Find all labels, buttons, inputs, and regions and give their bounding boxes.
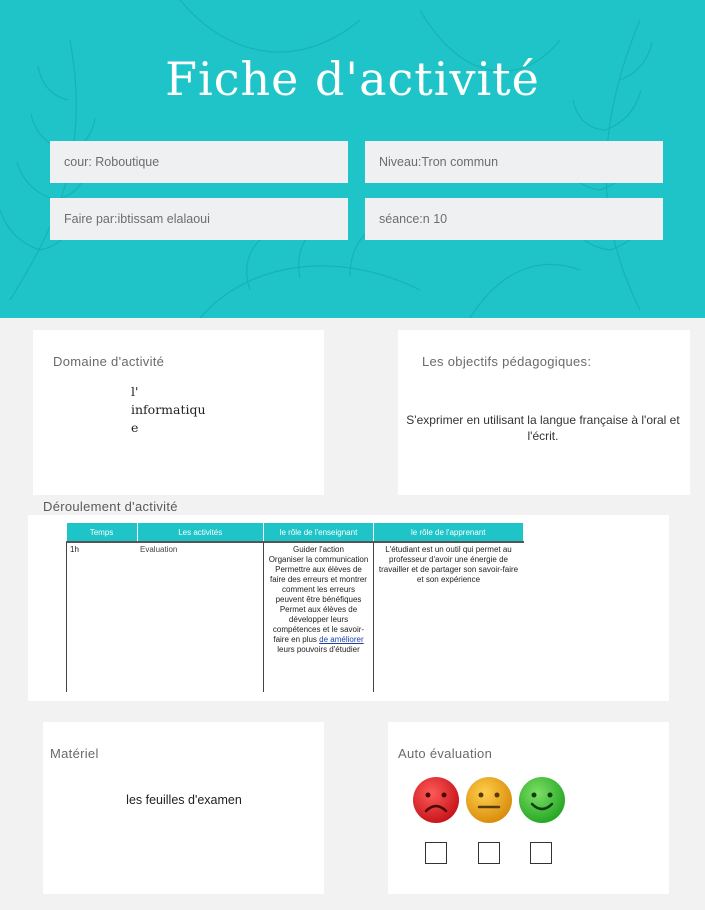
auto-evaluation-title: Auto évaluation — [398, 746, 493, 761]
enseignant-line-1: Guider l'action — [293, 545, 344, 554]
cell-apprenant: L'étudiant est un outil qui permet au pr… — [373, 541, 523, 692]
cours-field: cour: Roboutique — [50, 141, 348, 183]
domaine-line-3: e — [131, 420, 139, 435]
enseignant-line-4: Permet aux élèves de développer leurs co… — [267, 605, 370, 645]
enseignant-line-3: Permettre aux élèves de faire des erreur… — [270, 565, 367, 604]
happy-face-icon[interactable] — [519, 777, 565, 823]
enseignant-line-5: leurs pouvoirs d'étudier — [277, 645, 360, 654]
neutral-checkbox[interactable] — [478, 842, 500, 864]
col-header-activites: Les activités — [137, 523, 264, 542]
cell-enseignant: Guider l'action Organiser la communicati… — [263, 541, 374, 692]
faces-row — [413, 777, 565, 823]
deroulement-title: Déroulement d'activité — [43, 499, 178, 514]
activity-table: Temps Les activités le rôle de l'enseign… — [66, 523, 524, 692]
sad-face-icon[interactable] — [413, 777, 459, 823]
auteur-field: Faire par:ibtissam elalaoui — [50, 198, 348, 240]
col-header-apprenant: le rôle de l'apprenant — [373, 523, 524, 542]
page-title: Fiche d'activité — [165, 52, 540, 106]
sad-checkbox[interactable] — [425, 842, 447, 864]
col-header-temps: Temps — [66, 523, 138, 542]
col-header-enseignant: le rôle de l'enseignant — [263, 523, 374, 542]
cell-activite: Evaluation — [137, 541, 264, 692]
domaine-line-1: l' — [131, 384, 139, 399]
materiel-text: les feuilles d'examen — [126, 793, 242, 807]
happy-checkbox[interactable] — [530, 842, 552, 864]
table-header-row: Temps Les activités le rôle de l'enseign… — [66, 523, 524, 542]
cell-temps: 1h — [66, 541, 137, 692]
objectifs-text: S'exprimer en utilisant la langue frança… — [406, 413, 680, 443]
niveau-field: Niveau:Tron commun — [365, 141, 663, 183]
enseignant-link[interactable]: de améliorer — [319, 635, 363, 644]
objectifs-title: Les objectifs pédagogiques: — [422, 354, 592, 369]
materiel-title: Matériel — [50, 746, 99, 761]
enseignant-line-2: Organiser la communication — [268, 555, 369, 564]
domaine-title: Domaine d'activité — [53, 354, 165, 369]
neutral-face-icon[interactable] — [466, 777, 512, 823]
domaine-text: l' informatiqu e — [131, 383, 231, 437]
table-row: 1h Evaluation Guider l'action Organiser … — [66, 541, 523, 692]
domaine-line-2: informatiqu — [131, 402, 206, 417]
seance-field: séance:n 10 — [365, 198, 663, 240]
